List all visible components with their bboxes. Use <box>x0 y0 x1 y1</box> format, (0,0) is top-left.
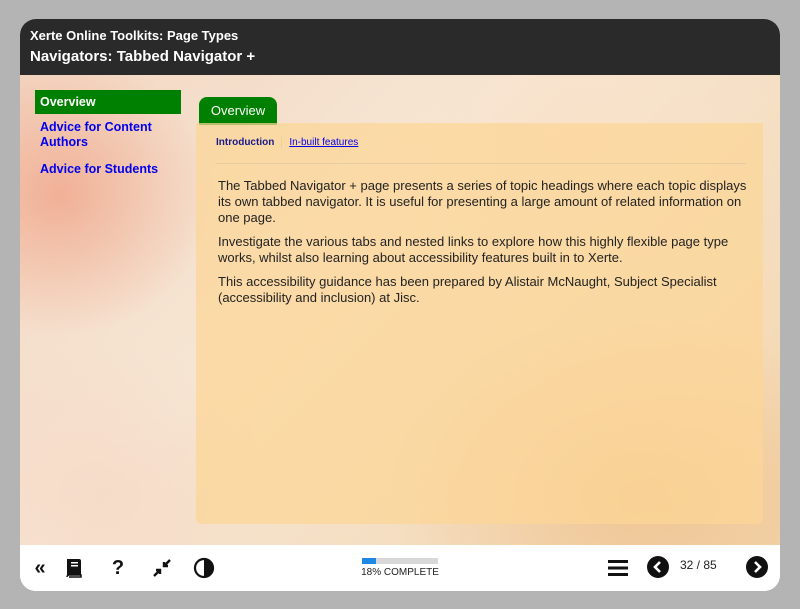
subtab-introduction[interactable]: Introduction <box>216 137 281 148</box>
page-title: Navigators: Tabbed Navigator + <box>30 48 256 65</box>
progress-label: 18% COMPLETE <box>361 567 439 578</box>
previous-page-icon[interactable] <box>647 556 669 578</box>
topic-navigation: Overview Advice for Content Authors Advi… <box>35 90 181 179</box>
first-page-icon[interactable]: « <box>28 556 52 580</box>
progress-fill <box>362 558 376 564</box>
content-area: Overview Advice for Content Authors Advi… <box>20 75 780 545</box>
subtab-bar: Introduction In-built features <box>216 137 358 148</box>
glossary-book-icon[interactable] <box>62 556 86 580</box>
next-page-icon[interactable] <box>746 556 768 578</box>
exit-fullscreen-icon[interactable] <box>150 556 174 580</box>
header-bar: Xerte Online Toolkits: Page Types Naviga… <box>20 19 780 75</box>
intro-text: The Tabbed Navigator + page presents a s… <box>218 178 748 314</box>
subtab-in-built-features[interactable]: In-built features <box>281 137 358 148</box>
topic-advice-content-authors[interactable]: Advice for Content Authors <box>35 118 181 152</box>
tab-panel: Introduction In-built features The Tabbed… <box>196 123 763 524</box>
tab-overview[interactable]: Overview <box>199 97 277 125</box>
paragraph: The Tabbed Navigator + page presents a s… <box>218 178 747 225</box>
paragraph: Investigate the various tabs and nested … <box>218 234 729 265</box>
menu-icon[interactable] <box>606 556 630 580</box>
topic-advice-students[interactable]: Advice for Students <box>35 160 181 179</box>
paragraph: This accessibility guidance has been pre… <box>218 274 717 305</box>
progress-bar <box>362 558 438 564</box>
help-icon[interactable]: ? <box>106 556 130 580</box>
topic-overview[interactable]: Overview <box>35 90 181 114</box>
contrast-icon[interactable] <box>192 556 216 580</box>
divider <box>216 163 746 164</box>
page-counter: 32 / 85 <box>680 558 717 572</box>
footer-toolbar: « ? 18% COMPLETE 32 / 85 <box>20 545 780 591</box>
project-title: Xerte Online Toolkits: Page Types <box>30 28 239 43</box>
app-window: Xerte Online Toolkits: Page Types Naviga… <box>20 19 780 591</box>
